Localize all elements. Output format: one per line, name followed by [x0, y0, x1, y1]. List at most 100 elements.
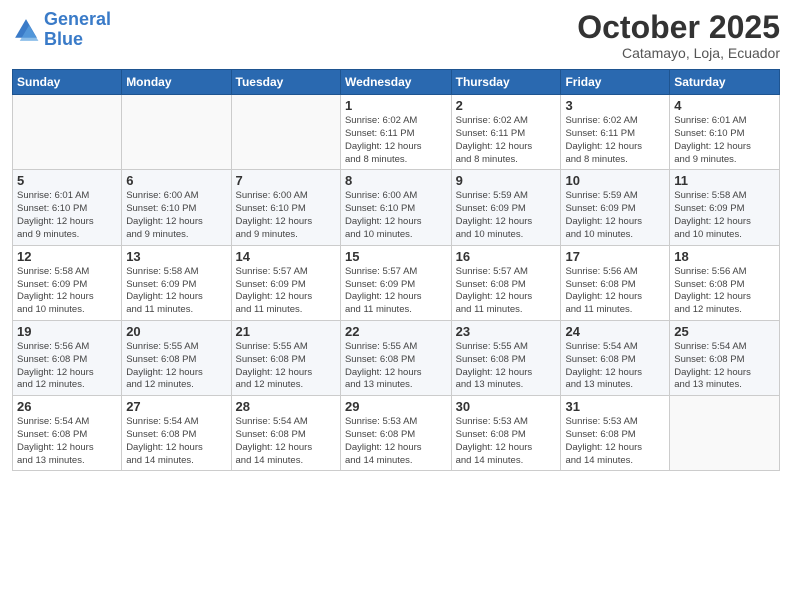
- calendar-cell: 27 Sunrise: 5:54 AMSunset: 6:08 PMDayligh…: [122, 396, 231, 471]
- logo-general: General: [44, 9, 111, 29]
- day-info: Sunrise: 5:56 AMSunset: 6:08 PMDaylight:…: [565, 266, 665, 317]
- day-number: 22: [345, 324, 447, 339]
- day-info: Sunrise: 6:02 AMSunset: 6:11 PMDaylight:…: [565, 115, 665, 166]
- day-number: 8: [345, 173, 447, 188]
- calendar-cell: 20 Sunrise: 5:55 AMSunset: 6:08 PMDayligh…: [122, 320, 231, 395]
- day-number: 27: [126, 399, 226, 414]
- calendar-cell: 2Sunrise: 6:02 AMSunset: 6:11 PMDaylight…: [451, 95, 561, 170]
- day-info: Sunrise: 5:55 AMSunset: 6:08 PMDaylight:…: [456, 341, 557, 392]
- week-row-4: 26 Sunrise: 5:54 AMSunset: 6:08 PMDayligh…: [13, 396, 780, 471]
- day-number: 5: [17, 173, 117, 188]
- day-number: 9: [456, 173, 557, 188]
- day-info: Sunrise: 5:53 AMSunset: 6:08 PMDaylight:…: [456, 416, 557, 467]
- calendar-cell: 24Sunrise: 5:54 AMSunset: 6:08 PMDayligh…: [561, 320, 670, 395]
- day-info: Sunrise: 6:00 AMSunset: 6:10 PMDaylight:…: [236, 190, 336, 241]
- day-info: Sunrise: 5:59 AMSunset: 6:09 PMDaylight:…: [565, 190, 665, 241]
- calendar-cell: 11Sunrise: 5:58 AMSunset: 6:09 PMDayligh…: [670, 170, 780, 245]
- calendar-cell: 6 Sunrise: 6:00 AMSunset: 6:10 PMDaylight…: [122, 170, 231, 245]
- weekday-header-row: SundayMondayTuesdayWednesdayThursdayFrid…: [13, 70, 780, 95]
- day-info: Sunrise: 5:57 AMSunset: 6:08 PMDaylight:…: [456, 266, 557, 317]
- day-number: 30: [456, 399, 557, 414]
- calendar-cell: 14 Sunrise: 5:57 AMSunset: 6:09 PMDayligh…: [231, 245, 340, 320]
- day-info: Sunrise: 5:55 AMSunset: 6:08 PMDaylight:…: [345, 341, 447, 392]
- day-number: 23: [456, 324, 557, 339]
- day-info: Sunrise: 5:54 AMSunset: 6:08 PMDaylight:…: [236, 416, 336, 467]
- logo-blue: Blue: [44, 30, 111, 50]
- calendar-cell: 23 Sunrise: 5:55 AMSunset: 6:08 PMDayligh…: [451, 320, 561, 395]
- day-number: 12: [17, 249, 117, 264]
- day-number: 4: [674, 98, 775, 113]
- day-number: 21: [236, 324, 336, 339]
- weekday-header-saturday: Saturday: [670, 70, 780, 95]
- page-container: General Blue October 2025 Catamayo, Loja…: [0, 0, 792, 481]
- day-number: 2: [456, 98, 557, 113]
- week-row-3: 19 Sunrise: 5:56 AMSunset: 6:08 PMDayligh…: [13, 320, 780, 395]
- day-info: Sunrise: 6:01 AMSunset: 6:10 PMDaylight:…: [17, 190, 117, 241]
- month-title: October 2025: [577, 10, 780, 45]
- calendar-cell: 22 Sunrise: 5:55 AMSunset: 6:08 PMDayligh…: [340, 320, 451, 395]
- calendar-cell: [231, 95, 340, 170]
- calendar-cell: 18Sunrise: 5:56 AMSunset: 6:08 PMDayligh…: [670, 245, 780, 320]
- calendar-cell: 17 Sunrise: 5:56 AMSunset: 6:08 PMDayligh…: [561, 245, 670, 320]
- calendar-cell: 26 Sunrise: 5:54 AMSunset: 6:08 PMDayligh…: [13, 396, 122, 471]
- calendar-cell: 5 Sunrise: 6:01 AMSunset: 6:10 PMDaylight…: [13, 170, 122, 245]
- day-number: 3: [565, 98, 665, 113]
- day-number: 28: [236, 399, 336, 414]
- calendar-cell: 10 Sunrise: 5:59 AMSunset: 6:09 PMDayligh…: [561, 170, 670, 245]
- day-info: Sunrise: 6:02 AMSunset: 6:11 PMDaylight:…: [345, 115, 447, 166]
- day-info: Sunrise: 5:56 AMSunset: 6:08 PMDaylight:…: [17, 341, 117, 392]
- day-number: 31: [565, 399, 665, 414]
- day-number: 6: [126, 173, 226, 188]
- header: General Blue October 2025 Catamayo, Loja…: [12, 10, 780, 61]
- day-number: 11: [674, 173, 775, 188]
- day-number: 18: [674, 249, 775, 264]
- day-info: Sunrise: 6:00 AMSunset: 6:10 PMDaylight:…: [126, 190, 226, 241]
- day-number: 29: [345, 399, 447, 414]
- title-area: October 2025 Catamayo, Loja, Ecuador: [577, 10, 780, 61]
- week-row-0: 1 Sunrise: 6:02 AMSunset: 6:11 PMDaylight…: [13, 95, 780, 170]
- day-number: 20: [126, 324, 226, 339]
- day-number: 24: [565, 324, 665, 339]
- weekday-header-wednesday: Wednesday: [340, 70, 451, 95]
- day-number: 13: [126, 249, 226, 264]
- calendar-cell: 30 Sunrise: 5:53 AMSunset: 6:08 PMDayligh…: [451, 396, 561, 471]
- calendar-cell: 8 Sunrise: 6:00 AMSunset: 6:10 PMDaylight…: [340, 170, 451, 245]
- day-info: Sunrise: 5:54 AMSunset: 6:08 PMDaylight:…: [126, 416, 226, 467]
- day-number: 10: [565, 173, 665, 188]
- weekday-header-monday: Monday: [122, 70, 231, 95]
- day-info: Sunrise: 5:53 AMSunset: 6:08 PMDaylight:…: [345, 416, 447, 467]
- day-info: Sunrise: 5:58 AMSunset: 6:09 PMDaylight:…: [126, 266, 226, 317]
- day-info: Sunrise: 5:57 AMSunset: 6:09 PMDaylight:…: [236, 266, 336, 317]
- day-number: 14: [236, 249, 336, 264]
- calendar-cell: 25 Sunrise: 5:54 AMSunset: 6:08 PMDayligh…: [670, 320, 780, 395]
- calendar-cell: [13, 95, 122, 170]
- weekday-header-friday: Friday: [561, 70, 670, 95]
- day-info: Sunrise: 5:54 AMSunset: 6:08 PMDaylight:…: [674, 341, 775, 392]
- day-info: Sunrise: 6:00 AMSunset: 6:10 PMDaylight:…: [345, 190, 447, 241]
- week-row-1: 5 Sunrise: 6:01 AMSunset: 6:10 PMDaylight…: [13, 170, 780, 245]
- calendar-cell: 9Sunrise: 5:59 AMSunset: 6:09 PMDaylight…: [451, 170, 561, 245]
- calendar-cell: 28 Sunrise: 5:54 AMSunset: 6:08 PMDayligh…: [231, 396, 340, 471]
- day-info: Sunrise: 5:55 AMSunset: 6:08 PMDaylight:…: [126, 341, 226, 392]
- weekday-header-sunday: Sunday: [13, 70, 122, 95]
- day-info: Sunrise: 5:53 AMSunset: 6:08 PMDaylight:…: [565, 416, 665, 467]
- day-number: 1: [345, 98, 447, 113]
- day-number: 15: [345, 249, 447, 264]
- day-number: 26: [17, 399, 117, 414]
- day-number: 17: [565, 249, 665, 264]
- calendar-cell: 1 Sunrise: 6:02 AMSunset: 6:11 PMDaylight…: [340, 95, 451, 170]
- calendar-cell: 21 Sunrise: 5:55 AMSunset: 6:08 PMDayligh…: [231, 320, 340, 395]
- calendar-cell: 29 Sunrise: 5:53 AMSunset: 6:08 PMDayligh…: [340, 396, 451, 471]
- day-number: 19: [17, 324, 117, 339]
- day-info: Sunrise: 5:58 AMSunset: 6:09 PMDaylight:…: [17, 266, 117, 317]
- weekday-header-thursday: Thursday: [451, 70, 561, 95]
- day-info: Sunrise: 5:55 AMSunset: 6:08 PMDaylight:…: [236, 341, 336, 392]
- calendar-cell: 4 Sunrise: 6:01 AMSunset: 6:10 PMDaylight…: [670, 95, 780, 170]
- calendar-cell: 31 Sunrise: 5:53 AMSunset: 6:08 PMDayligh…: [561, 396, 670, 471]
- weekday-header-tuesday: Tuesday: [231, 70, 340, 95]
- day-info: Sunrise: 6:01 AMSunset: 6:10 PMDaylight:…: [674, 115, 775, 166]
- calendar-cell: [670, 396, 780, 471]
- calendar-cell: 3 Sunrise: 6:02 AMSunset: 6:11 PMDaylight…: [561, 95, 670, 170]
- day-info: Sunrise: 5:54 AMSunset: 6:08 PMDaylight:…: [17, 416, 117, 467]
- day-number: 25: [674, 324, 775, 339]
